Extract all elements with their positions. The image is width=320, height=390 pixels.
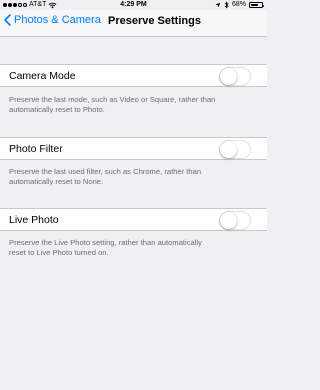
location-arrow-icon	[215, 2, 221, 8]
photo-filter-footer-line-1: Preserve the last used filter, such as C…	[9, 167, 202, 176]
battery-percent: 68%	[231, 1, 246, 8]
photo-filter-label: Photo Filter	[9, 143, 63, 155]
camera-mode-toggle[interactable]	[219, 67, 251, 86]
live-photo-label: Live Photo	[9, 214, 59, 226]
chevron-left-icon	[4, 14, 11, 26]
photo-filter-footer-line-2: automatically reset to None.	[9, 177, 104, 186]
photo-filter-toggle[interactable]	[219, 140, 251, 159]
camera-mode-footer-line-1: Preserve the last mode, such as Video or…	[9, 95, 216, 104]
status-bar: AT&T 4:29 PM 68%	[0, 0, 267, 10]
photo-filter-footer: Preserve the last used filter, such as C…	[9, 167, 254, 187]
toggle-knob	[220, 141, 237, 158]
live-photo-footer: Preserve the Live Photo setting, rather …	[9, 238, 254, 258]
back-button[interactable]: Photos & Camera	[4, 14, 101, 26]
bluetooth-icon	[224, 1, 229, 9]
navigation-bar: Photos & Camera Preserve Settings	[0, 10, 267, 37]
camera-mode-label: Camera Mode	[9, 70, 76, 82]
camera-mode-footer-line-2: automatically reset to Photo.	[9, 105, 105, 114]
live-photo-footer-line-1: Preserve the Live Photo setting, rather …	[9, 238, 202, 247]
camera-mode-row: Camera Mode	[0, 64, 267, 87]
toggle-knob	[220, 68, 237, 85]
photo-filter-row: Photo Filter	[0, 137, 267, 160]
live-photo-footer-line-2: reset to Live Photo turned on.	[9, 248, 109, 257]
toggle-knob	[220, 212, 237, 229]
status-right: 68%	[215, 0, 264, 10]
live-photo-row: Live Photo	[0, 208, 267, 231]
live-photo-toggle[interactable]	[219, 211, 251, 230]
battery-icon	[249, 2, 264, 8]
back-button-label: Photos & Camera	[14, 14, 101, 26]
page-title: Preserve Settings	[108, 15, 201, 27]
camera-mode-footer: Preserve the last mode, such as Video or…	[9, 95, 254, 115]
